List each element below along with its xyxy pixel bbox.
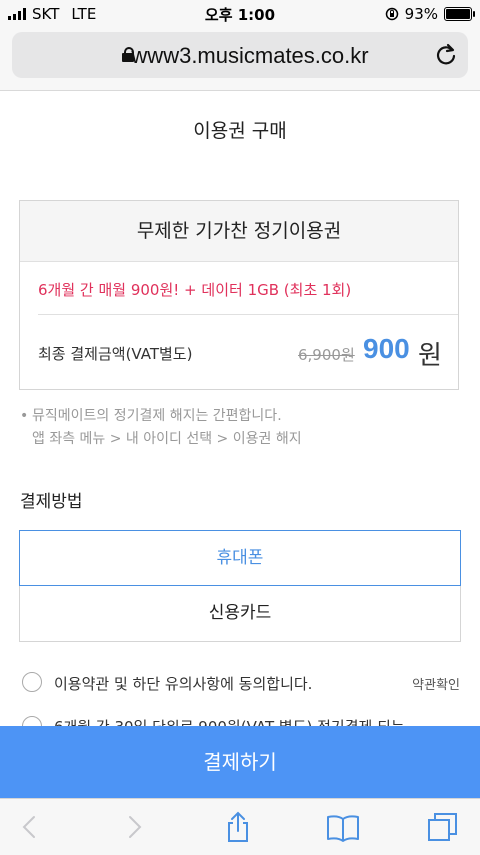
orientation-lock-icon: [385, 7, 399, 21]
pay-button[interactable]: 결제하기: [0, 726, 480, 798]
tabs-icon[interactable]: [426, 811, 458, 843]
final-amount-label: 최종 결제금액(VAT별도): [38, 345, 193, 363]
status-bar: SKT LTE 오후 1:00 93%: [0, 0, 480, 28]
payment-method-title: 결제방법: [20, 492, 83, 512]
bullet-icon: •: [20, 408, 29, 424]
terms-link[interactable]: 약관확인: [412, 674, 460, 693]
notice-line-1: 뮤직메이트의 정기결제 해지는 간편합니다.: [32, 408, 282, 424]
divider: [38, 314, 458, 315]
url-text: www3.musicmates.co.kr: [131, 43, 369, 68]
address-bar[interactable]: www3.musicmates.co.kr: [12, 32, 468, 78]
agree-radio[interactable]: [22, 672, 42, 692]
agreement-text[interactable]: 이용약관 및 하단 유의사항에 동의합니다.: [54, 673, 312, 694]
product-card: 무제한 기가찬 정기이용권 6개월 간 매월 900원! + 데이터 1GB (…: [19, 200, 459, 390]
pay-option-card[interactable]: 신용카드: [19, 586, 461, 642]
currency-unit: 원: [418, 341, 442, 371]
battery-percent: 93%: [404, 5, 438, 23]
agreement-row: 이용약관 및 하단 유의사항에 동의합니다. 약관확인: [20, 670, 462, 700]
bookmarks-icon[interactable]: [326, 811, 359, 843]
browser-toolbar: [0, 798, 480, 855]
product-name: 무제한 기가찬 정기이용권: [20, 201, 458, 262]
notice-line-2: 앱 좌측 메뉴 > 내 아이디 선택 > 이용권 해지: [32, 431, 302, 447]
share-icon[interactable]: [222, 811, 254, 843]
back-icon[interactable]: [14, 811, 46, 843]
reload-icon[interactable]: [434, 42, 458, 66]
cancel-notice: • 뮤직메이트의 정기결제 해지는 간편합니다. 앱 좌측 메뉴 > 내 아이디 …: [20, 405, 302, 451]
page-title: 이용권 구매: [193, 120, 287, 142]
original-price: 6,900원: [298, 346, 355, 364]
browser-address-area: www3.musicmates.co.kr: [0, 28, 480, 91]
battery-icon: [444, 7, 475, 21]
promo-text: 6개월 간 매월 900원! + 데이터 1GB (최초 1회): [38, 281, 352, 299]
sale-price: 900: [363, 333, 410, 364]
pay-option-phone[interactable]: 휴대폰: [19, 530, 461, 586]
forward-icon[interactable]: [118, 811, 150, 843]
